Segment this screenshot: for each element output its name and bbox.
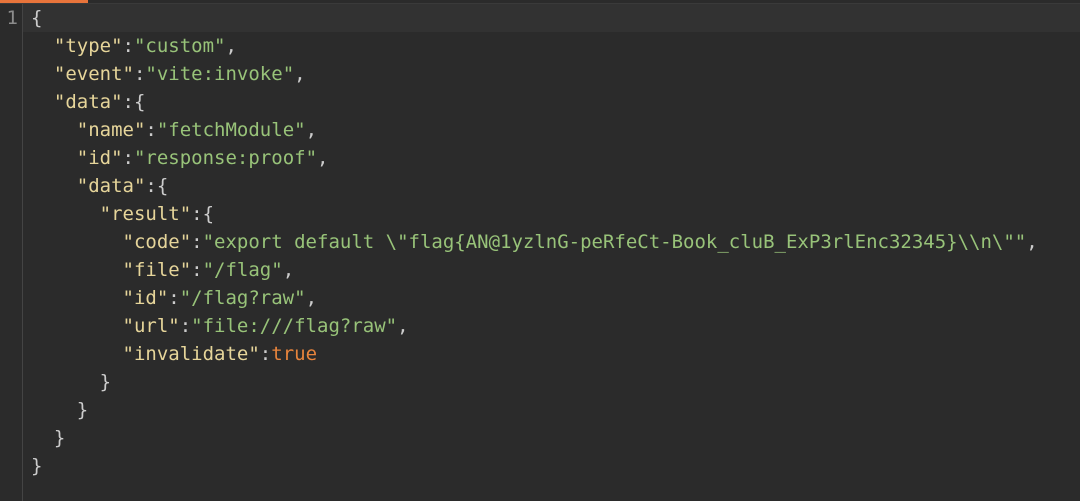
json-punctuation: , (225, 35, 237, 57)
json-punctuation: } (31, 399, 89, 421)
json-key: "data" (53, 91, 123, 113)
code-line: "url":"file:///flag?raw", (31, 312, 1080, 340)
json-punctuation: : (259, 343, 272, 365)
json-punctuation: : (122, 147, 134, 169)
json-key: "result" (99, 203, 192, 225)
json-punctuation: , (305, 119, 318, 141)
line-number: 1 (6, 7, 18, 29)
json-punctuation (31, 91, 54, 113)
json-punctuation: , (1026, 231, 1038, 253)
json-punctuation (31, 315, 123, 337)
json-punctuation: : (122, 35, 134, 57)
line-number-gutter (0, 4, 23, 501)
json-punctuation: { (31, 7, 43, 29)
code-line: { (31, 4, 1080, 32)
json-punctuation: : (168, 287, 180, 309)
code-line: } (31, 396, 1080, 424)
json-punctuation (31, 203, 100, 225)
json-key: "code" (122, 231, 192, 253)
code-line: } (31, 452, 1080, 480)
json-punctuation (31, 35, 54, 57)
code-line: "data":{ (31, 172, 1080, 200)
code-line: } (31, 368, 1080, 396)
json-punctuation: , (294, 63, 306, 85)
json-key: "event" (53, 63, 134, 85)
json-punctuation: } (31, 371, 112, 393)
code-line: "invalidate":true (31, 340, 1080, 368)
json-punctuation: :{ (122, 91, 146, 113)
json-punctuation: } (31, 455, 43, 477)
json-punctuation: : (191, 259, 203, 281)
code-line: } (31, 424, 1080, 452)
json-punctuation: , (305, 287, 318, 309)
json-punctuation (31, 287, 123, 309)
json-key: "data" (76, 175, 146, 197)
json-key: "type" (53, 35, 123, 57)
code-line: "file":"/flag", (31, 256, 1080, 284)
json-key: "id" (122, 287, 169, 309)
code-content[interactable]: { "type":"custom", "event":"vite:invoke"… (31, 4, 1080, 480)
json-string: "/flag?raw" (179, 287, 306, 309)
json-punctuation: } (31, 427, 66, 449)
json-punctuation (31, 259, 123, 281)
json-punctuation: :{ (145, 175, 169, 197)
json-punctuation (31, 175, 77, 197)
code-line: "event":"vite:invoke", (31, 60, 1080, 88)
json-punctuation: , (317, 147, 329, 169)
json-key: "invalidate" (122, 343, 260, 365)
json-punctuation: : (179, 315, 192, 337)
json-key: "id" (76, 147, 123, 169)
json-punctuation (31, 231, 123, 253)
code-line: "name":"fetchModule", (31, 116, 1080, 144)
json-key: "name" (76, 119, 146, 141)
json-string: "/flag" (202, 259, 283, 281)
json-punctuation: :{ (191, 203, 215, 225)
json-punctuation: : (145, 119, 157, 141)
json-punctuation: , (397, 315, 409, 337)
json-string: "file:///flag?raw" (191, 315, 398, 337)
json-punctuation: : (191, 231, 203, 253)
code-line: "type":"custom", (31, 32, 1080, 60)
code-line: "id":"/flag?raw", (31, 284, 1080, 312)
json-punctuation (31, 63, 54, 85)
json-string: "export default \"flag{AN@1yzlnG-peRfeCt… (202, 231, 1027, 253)
json-string: "vite:invoke" (145, 63, 295, 85)
code-line: "data":{ (31, 88, 1080, 116)
code-line: "result":{ (31, 200, 1080, 228)
json-key: "url" (122, 315, 180, 337)
json-punctuation (31, 147, 77, 169)
code-editor[interactable]: 1 { "type":"custom", "event":"vite:invok… (0, 0, 1080, 501)
json-string: "fetchModule" (156, 119, 306, 141)
json-punctuation: : (133, 63, 146, 85)
json-string: "response:proof" (133, 147, 318, 169)
json-string: "custom" (133, 35, 226, 57)
json-boolean: true (271, 343, 318, 365)
json-punctuation (31, 119, 77, 141)
json-key: "file" (122, 259, 192, 281)
json-punctuation: , (282, 259, 295, 281)
json-punctuation (31, 343, 123, 365)
code-line: "id":"response:proof", (31, 144, 1080, 172)
code-line: "code":"export default \"flag{AN@1yzlnG-… (31, 228, 1080, 256)
